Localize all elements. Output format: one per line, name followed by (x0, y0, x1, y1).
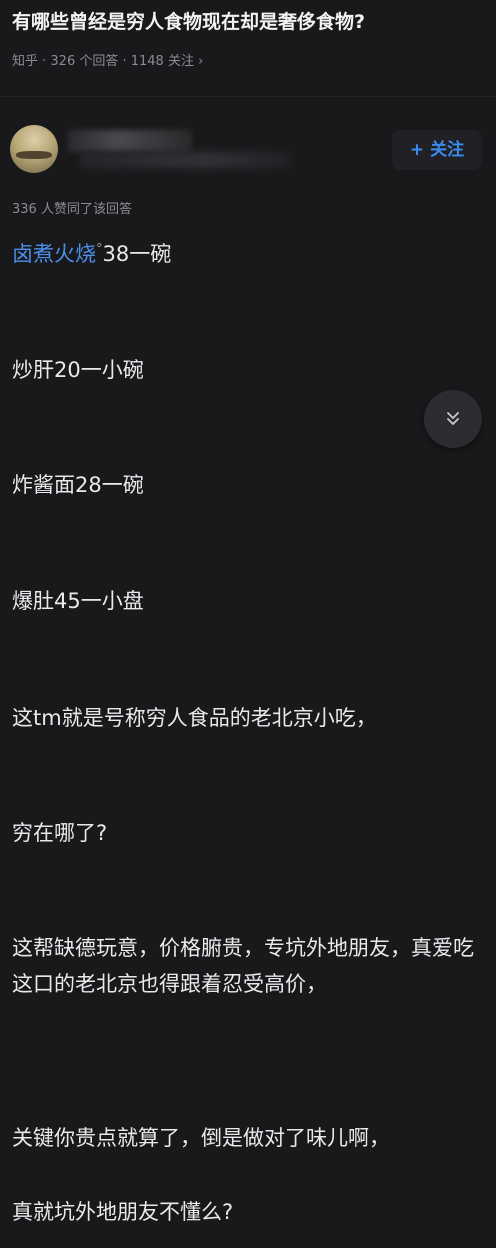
question-title[interactable]: 有哪些曾经是穷人食物现在却是奢侈食物? (12, 8, 492, 36)
answer-line-1: 卤煮火烧°38一碗 (12, 236, 482, 272)
answer-paragraph: 爆肚45一小盘 (12, 589, 144, 613)
question-meta[interactable]: 知乎 · 326 个回答 · 1148 关注 › (12, 50, 203, 69)
follow-button[interactable]: + 关注 (392, 130, 482, 170)
author-name-blurred[interactable] (68, 130, 192, 152)
answer-paragraph: 真就坑外地朋友不懂么? (12, 1200, 234, 1224)
search-link-icon[interactable]: ° (96, 242, 103, 257)
avatar[interactable] (10, 125, 58, 173)
answer-paragraph: 关键你贵点就算了，倒是做对了味儿啊， (12, 1126, 390, 1150)
likes-count: 336 人赞同了该回答 (12, 202, 132, 217)
author-bio-blurred (80, 152, 290, 168)
line-text: 38一碗 (102, 242, 172, 266)
answer-paragraph: 炒肝20一小碗 (12, 358, 144, 382)
answer-paragraph: 炸酱面28一碗 (12, 473, 144, 497)
answer-paragraph: 穷在哪了? (12, 821, 108, 845)
question-header: 有哪些曾经是穷人食物现在却是奢侈食物? 知乎 · 326 个回答 · 1148 … (0, 0, 496, 97)
author-row: + 关注 (0, 118, 496, 188)
answer-paragraph: 这tm就是号称穷人食品的老北京小吃， (12, 706, 377, 730)
answer-paragraph: 这帮缺德玩意，价格腑贵，专坑外地朋友，真爱吃这口的老北京也得跟着忍受高价， (12, 936, 474, 996)
collapse-button[interactable] (424, 390, 482, 448)
double-chevron-down-icon (447, 412, 459, 425)
keyword-link[interactable]: 卤煮火烧 (12, 242, 96, 266)
